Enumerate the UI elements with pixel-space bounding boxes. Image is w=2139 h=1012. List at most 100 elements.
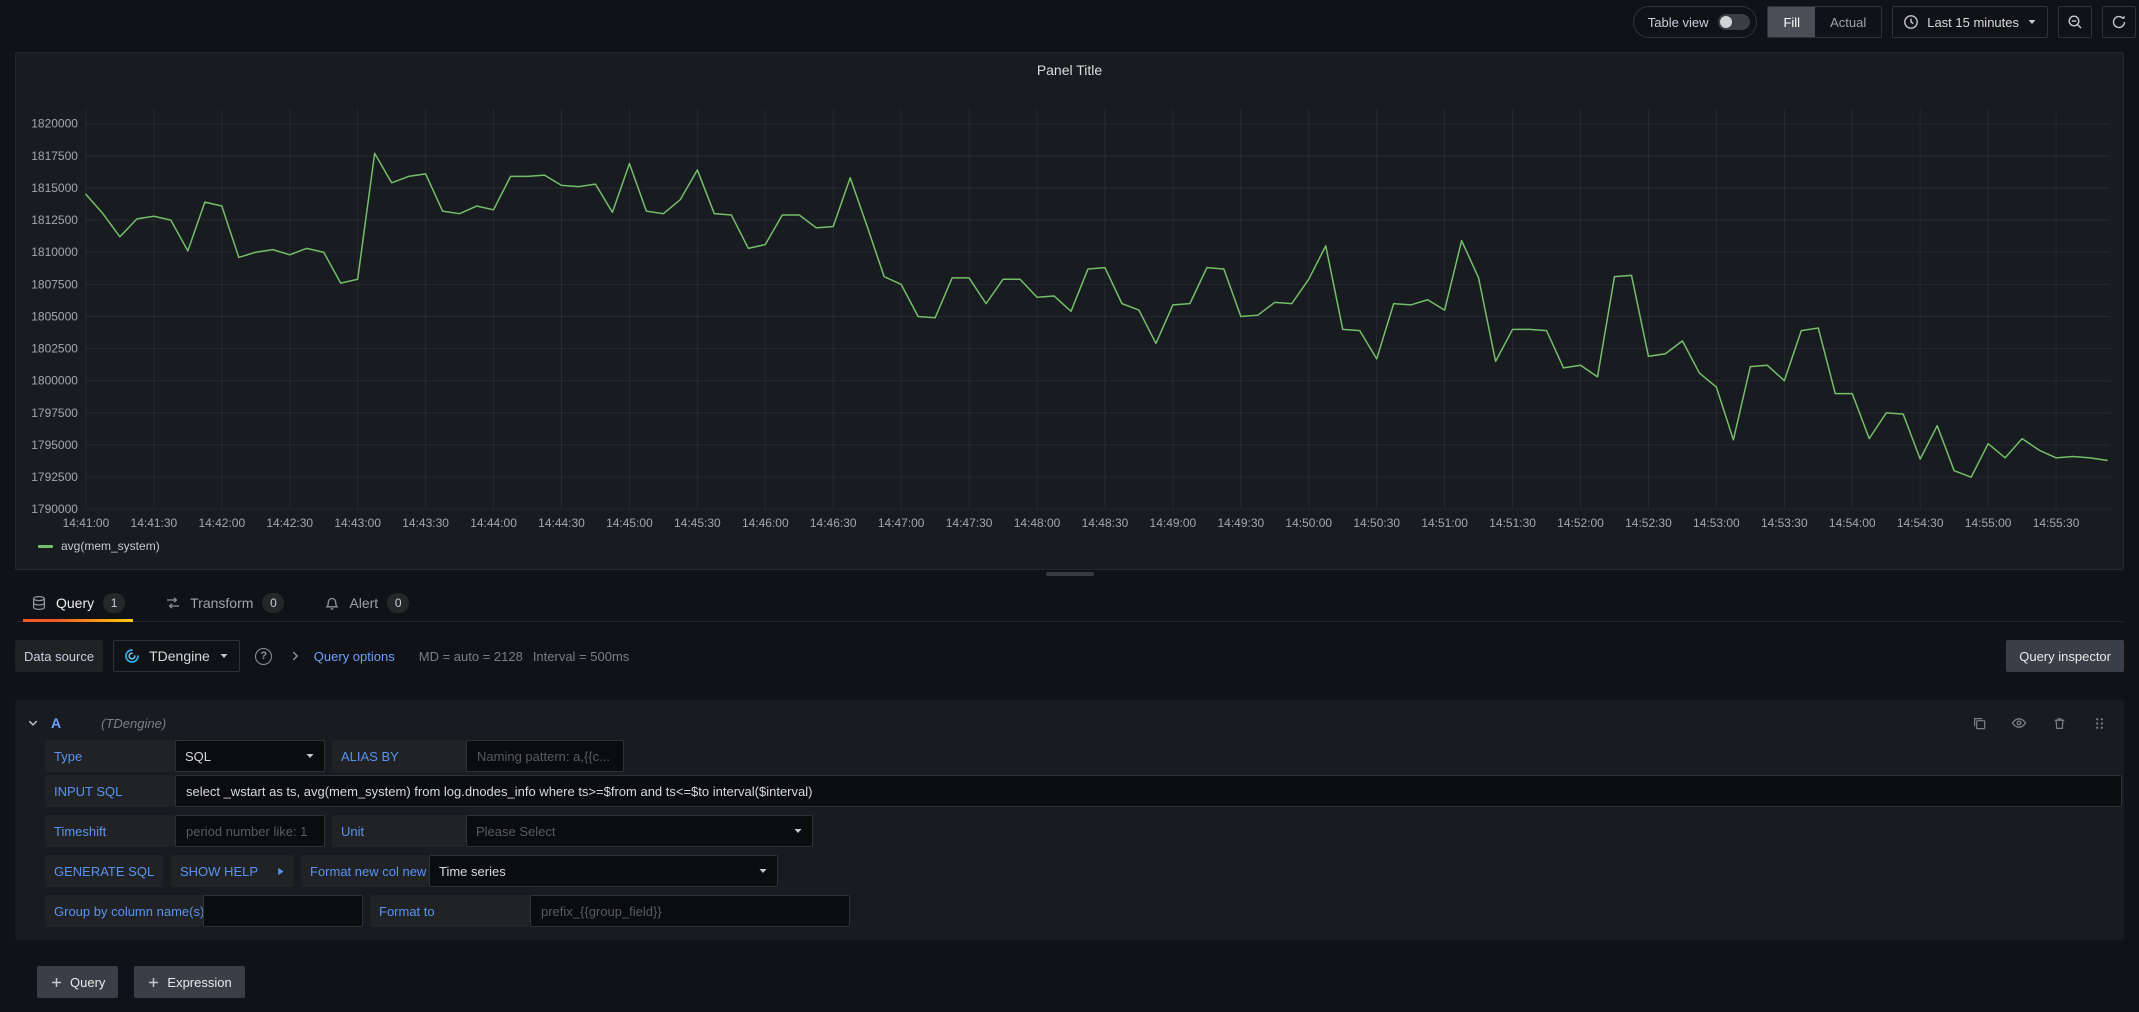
datasource-help-button[interactable]: [250, 640, 278, 672]
legend-label: avg(mem_system): [61, 539, 160, 553]
unit-label: Unit: [332, 815, 466, 847]
format-to-label: Format to: [370, 895, 530, 927]
zoom-out-icon: [2067, 14, 2083, 30]
datasource-picker[interactable]: TDengine: [113, 640, 240, 672]
svg-text:1817500: 1817500: [31, 149, 78, 163]
svg-text:14:51:00: 14:51:00: [1421, 516, 1468, 530]
query-inspector-button[interactable]: Query inspector: [2006, 640, 2124, 672]
add-expression-label: Expression: [167, 975, 231, 990]
duplicate-query-button[interactable]: [1968, 712, 1990, 734]
zoom-out-button[interactable]: [2058, 6, 2092, 38]
panel-resize-handle[interactable]: [1046, 572, 1094, 576]
type-select-value: SQL: [185, 749, 211, 764]
angle-right-icon[interactable]: [288, 649, 302, 663]
tab-alert-label: Alert: [349, 595, 378, 611]
max-datapoints-stat: MD = auto = 2128: [419, 649, 523, 664]
query-row-groupby: Group by column name(s) Format to: [45, 895, 2122, 927]
query-options-toggle[interactable]: Query options: [314, 649, 395, 664]
show-help-button[interactable]: SHOW HELP: [171, 855, 294, 887]
clock-icon: [1903, 14, 1919, 30]
svg-text:14:52:30: 14:52:30: [1625, 516, 1672, 530]
tab-query[interactable]: Query 1: [31, 584, 125, 621]
table-view-toggle[interactable]: Table view: [1633, 6, 1758, 38]
drag-query-handle[interactable]: [2088, 712, 2110, 734]
legend-swatch: [38, 545, 53, 548]
type-label: Type: [45, 740, 175, 772]
svg-text:1810000: 1810000: [31, 245, 78, 259]
input-sql-label: INPUT SQL: [45, 775, 175, 807]
tdengine-logo-icon: [124, 648, 140, 664]
format-select-value: Time series: [439, 864, 506, 879]
svg-text:14:45:30: 14:45:30: [674, 516, 721, 530]
svg-text:14:48:30: 14:48:30: [1082, 516, 1129, 530]
tab-query-count: 1: [103, 593, 125, 613]
legend-item[interactable]: avg(mem_system): [38, 539, 160, 553]
format-label: Format new col new: [301, 855, 429, 887]
delete-query-button[interactable]: [2048, 712, 2070, 734]
svg-text:14:52:00: 14:52:00: [1557, 516, 1604, 530]
actual-option-button[interactable]: Actual: [1815, 7, 1881, 37]
datasource-label: Data source: [15, 640, 103, 672]
svg-text:14:53:00: 14:53:00: [1693, 516, 1740, 530]
time-range-label: Last 15 minutes: [1927, 15, 2019, 30]
add-query-label: Query: [70, 975, 105, 990]
query-ref-id: A: [51, 715, 61, 731]
question-circle-icon: [255, 648, 272, 665]
show-help-label: SHOW HELP: [180, 864, 258, 879]
interval-stat: Interval = 500ms: [533, 649, 629, 664]
add-query-button[interactable]: Query: [37, 966, 118, 998]
svg-text:14:50:00: 14:50:00: [1285, 516, 1332, 530]
generate-sql-button[interactable]: GENERATE SQL: [45, 855, 163, 887]
type-select[interactable]: SQL: [175, 740, 325, 772]
add-expression-button[interactable]: Expression: [134, 966, 244, 998]
input-sql-input[interactable]: [175, 775, 2122, 807]
switch-knob-icon: [1720, 16, 1732, 28]
refresh-button[interactable]: [2102, 6, 2136, 38]
svg-text:14:42:30: 14:42:30: [266, 516, 313, 530]
table-view-switch[interactable]: [1718, 14, 1750, 30]
tab-alert[interactable]: Alert 0: [324, 584, 409, 621]
datasource-name: TDengine: [149, 648, 210, 664]
query-row-format: GENERATE SQL SHOW HELP Format new col ne…: [45, 855, 2122, 887]
svg-text:14:54:30: 14:54:30: [1897, 516, 1944, 530]
query-row-timeshift: Timeshift Unit Please Select: [45, 815, 2122, 847]
unit-select[interactable]: Please Select: [466, 815, 813, 847]
svg-text:14:55:00: 14:55:00: [1965, 516, 2012, 530]
svg-text:14:48:00: 14:48:00: [1014, 516, 1061, 530]
query-datasource-hint: (TDengine): [101, 716, 166, 731]
format-select[interactable]: Time series: [429, 855, 778, 887]
timeseries-chart[interactable]: 1790000179250017950001797500180000018025…: [16, 53, 2123, 569]
drag-handle-icon: [2092, 716, 2107, 731]
time-range-picker[interactable]: Last 15 minutes: [1892, 6, 2048, 38]
alias-by-label: ALIAS BY: [332, 740, 466, 772]
refresh-icon: [2111, 14, 2127, 30]
bell-icon: [324, 595, 340, 611]
svg-text:1820000: 1820000: [31, 117, 78, 131]
format-to-input[interactable]: [530, 895, 850, 927]
collapse-query-icon[interactable]: [27, 717, 39, 729]
query-editor-card: A (TDengine) Type: [15, 700, 2124, 940]
svg-text:14:41:30: 14:41:30: [131, 516, 178, 530]
svg-text:14:53:30: 14:53:30: [1761, 516, 1808, 530]
top-toolbar: Table view Fill Actual Last 15 minutes: [0, 0, 2139, 44]
svg-text:1797500: 1797500: [31, 406, 78, 420]
transform-icon: [165, 595, 181, 611]
toggle-query-visibility-button[interactable]: [2008, 712, 2030, 734]
eye-icon: [2011, 715, 2027, 731]
fill-option-button[interactable]: Fill: [1768, 7, 1815, 37]
svg-text:14:47:30: 14:47:30: [946, 516, 993, 530]
timeshift-input[interactable]: [175, 815, 325, 847]
svg-text:1792500: 1792500: [31, 470, 78, 484]
group-by-input[interactable]: [203, 895, 363, 927]
alias-by-input[interactable]: [466, 740, 624, 772]
tab-alert-count: 0: [387, 593, 409, 613]
group-by-label: Group by column name(s): [45, 895, 203, 927]
plus-icon: [147, 976, 160, 989]
play-icon: [276, 867, 285, 876]
svg-text:1795000: 1795000: [31, 438, 78, 452]
query-row-type: Type SQL ALIAS BY: [45, 740, 2122, 772]
chevron-down-icon: [2027, 17, 2037, 27]
editor-footer: Query Expression: [37, 966, 245, 998]
plus-icon: [50, 976, 63, 989]
tab-transform[interactable]: Transform 0: [165, 584, 284, 621]
